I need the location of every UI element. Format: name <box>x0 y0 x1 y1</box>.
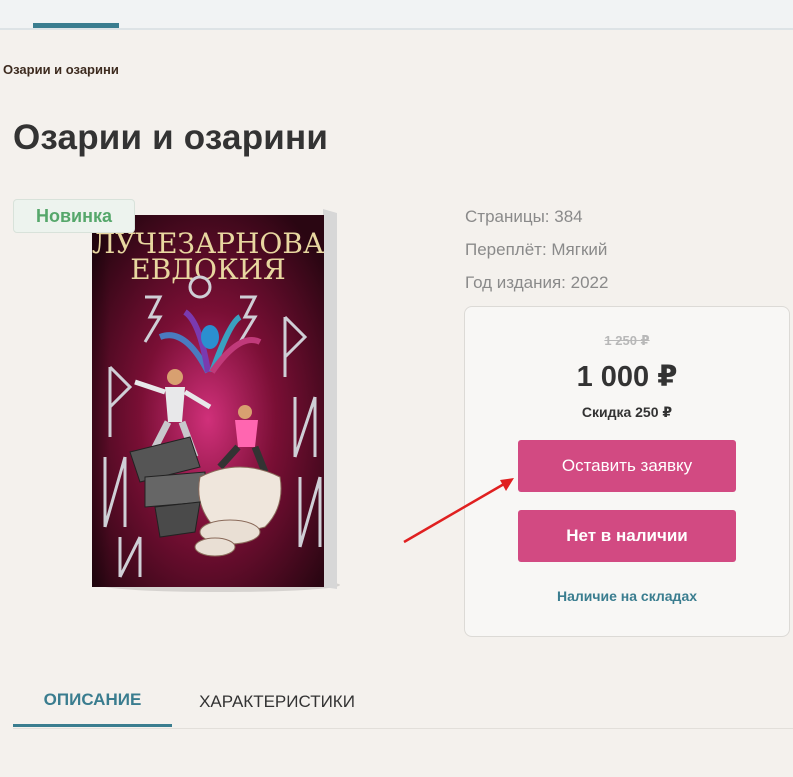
leave-request-button[interactable]: Оставить заявку <box>518 440 736 492</box>
tab-description[interactable]: ОПИСАНИЕ <box>13 676 172 727</box>
price-panel: 1 250 ₽ 1 000 ₽ Скидка 250 ₽ Оставить за… <box>464 306 790 637</box>
publication-year: Год издания: 2022 <box>465 273 609 292</box>
book-specs: Страницы: 384 Переплёт: Мягкий Год издан… <box>465 200 608 299</box>
red-arrow-annotation-icon <box>403 478 514 544</box>
book-cover-image[interactable]: ЛУЧЕЗАРНОВА ЕВДОКИЯ <box>90 207 340 592</box>
old-price: 1 250 ₽ <box>604 333 650 348</box>
active-nav-indicator <box>33 23 119 28</box>
breadcrumb[interactable]: Озарии и озарини <box>3 62 119 77</box>
pages-count: Страницы: 384 <box>465 207 583 226</box>
discount-label: Скидка 250 ₽ <box>581 404 673 420</box>
new-badge: Новинка <box>13 199 135 233</box>
binding-type: Переплёт: Мягкий <box>465 240 608 259</box>
tab-characteristics[interactable]: ХАРАКТЕРИСТИКИ <box>187 676 367 727</box>
product-tabs: ОПИСАНИЕ ХАРАКТЕРИСТИКИ <box>13 676 793 729</box>
page-title: Озарии и озарини <box>13 118 329 157</box>
top-navigation-bar <box>0 0 793 30</box>
out-of-stock-button[interactable]: Нет в наличии <box>518 510 736 562</box>
warehouse-availability-link[interactable]: Наличие на складах <box>465 588 789 604</box>
current-price: 1 000 ₽ <box>576 361 678 393</box>
